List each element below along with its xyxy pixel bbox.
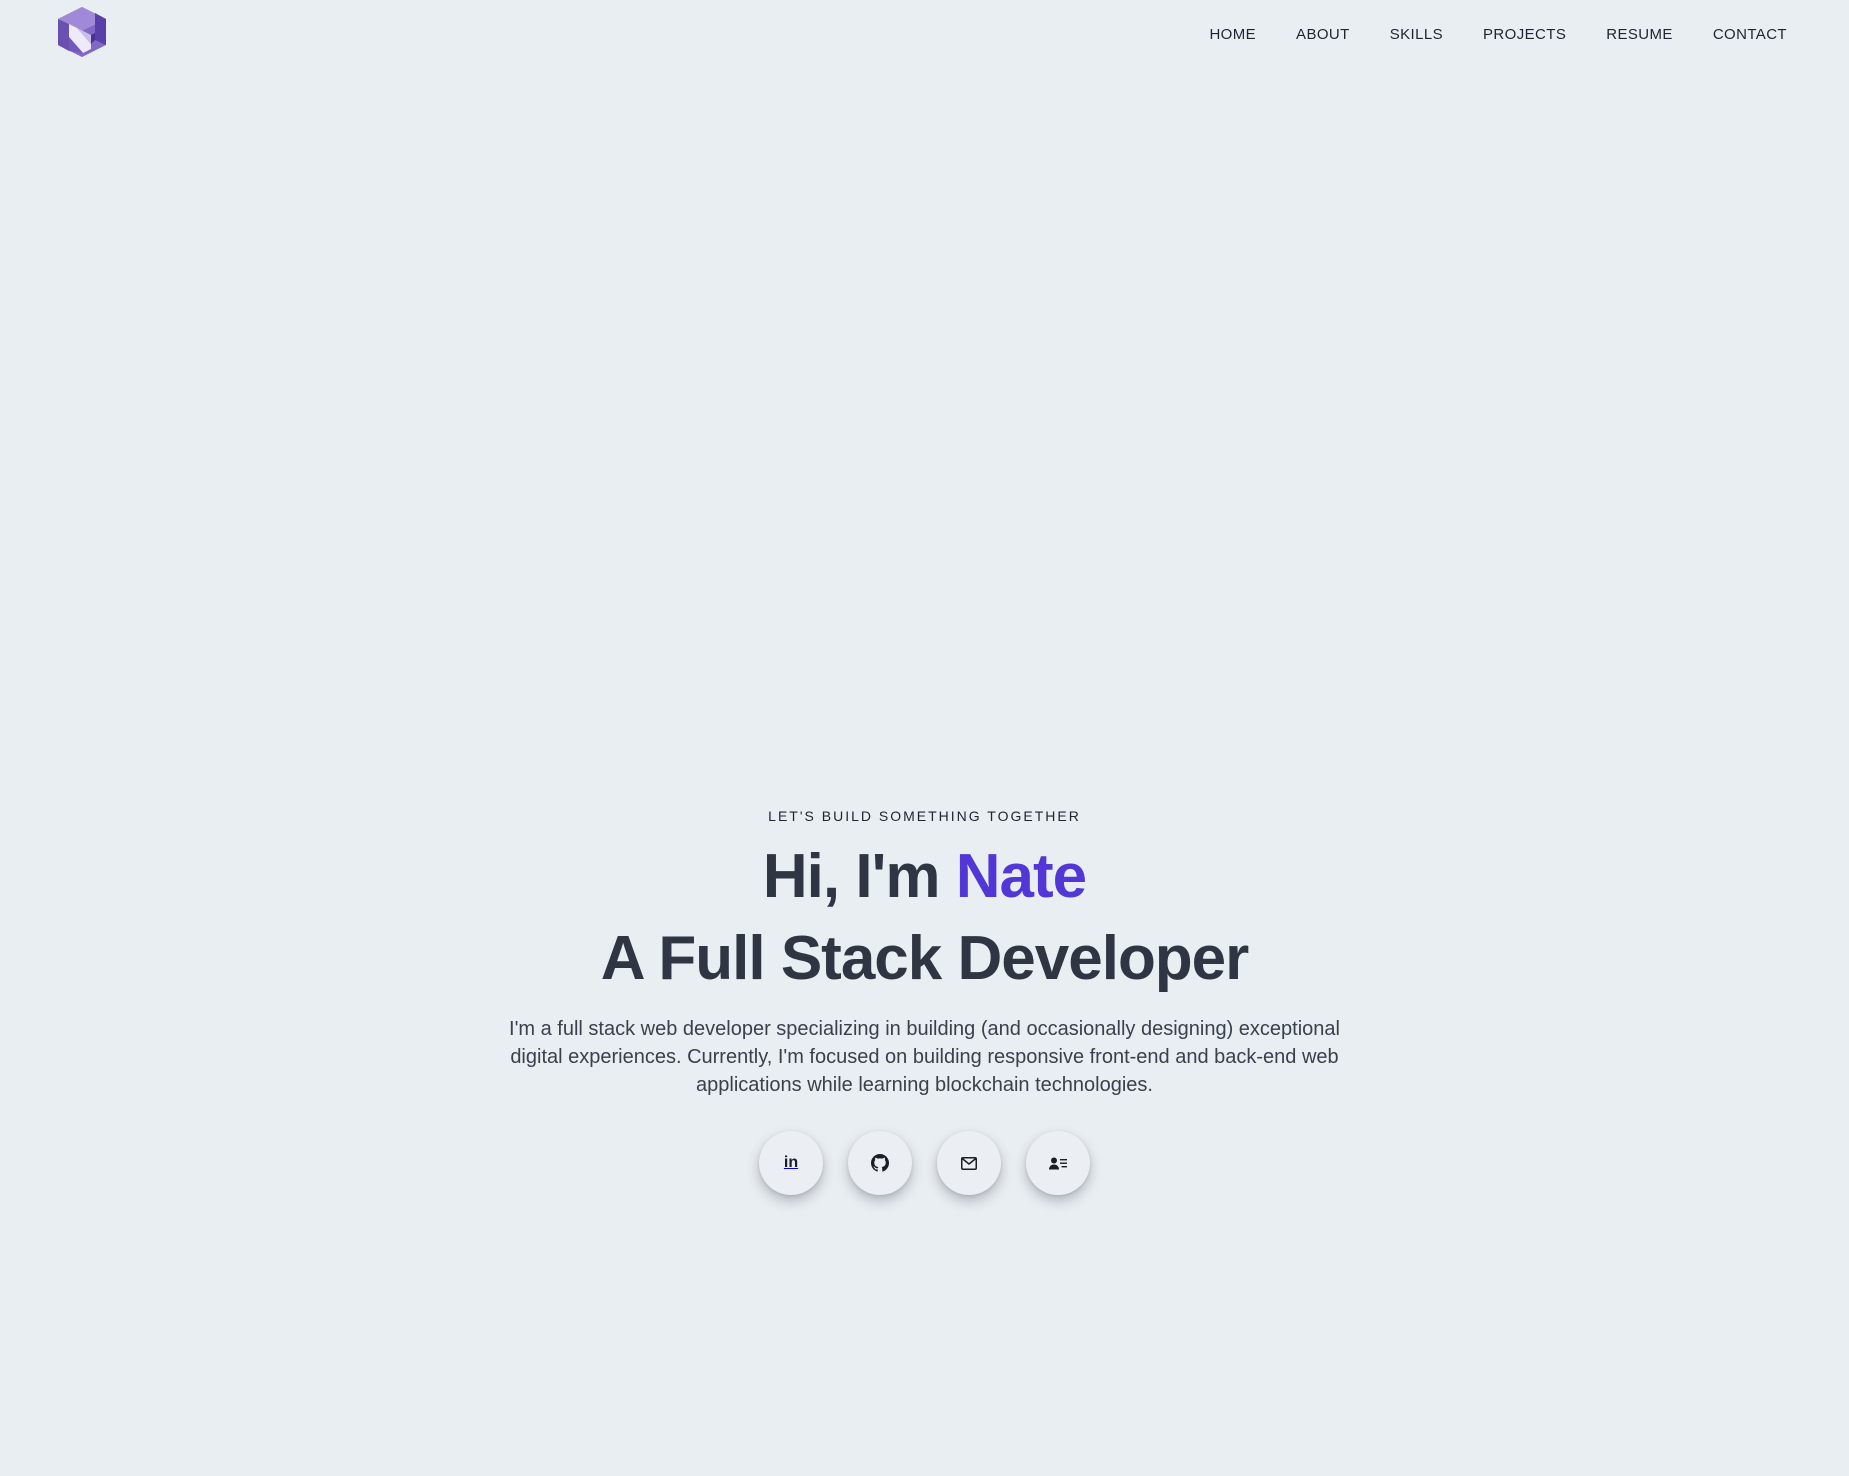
hero-section: LET'S BUILD SOMETHING TOGETHER Hi, I'm N… — [0, 805, 1849, 1195]
navbar: HOME ABOUT SKILLS PROJECTS RESUME CONTAC… — [0, 0, 1849, 70]
linkedin-icon: in — [783, 1154, 799, 1171]
github-icon — [871, 1154, 889, 1172]
greeting-prefix: Hi, I'm — [762, 842, 956, 911]
nav-item-contact: CONTACT — [1713, 26, 1787, 44]
nav-item-projects: PROJECTS — [1483, 26, 1566, 44]
resume-button[interactable] — [1026, 1131, 1090, 1195]
social-links: in — [0, 1131, 1849, 1195]
nav-link-projects[interactable]: PROJECTS — [1483, 26, 1566, 44]
nav-link-resume[interactable]: RESUME — [1606, 26, 1673, 44]
nav-item-about: ABOUT — [1296, 26, 1350, 44]
nav-link-home[interactable]: HOME — [1209, 26, 1256, 44]
nav-item-skills: SKILLS — [1390, 26, 1443, 44]
nav-link-contact[interactable]: CONTACT — [1713, 26, 1787, 44]
contact-card-icon — [1049, 1157, 1067, 1169]
email-button[interactable] — [937, 1131, 1001, 1195]
nav-link-about[interactable]: ABOUT — [1296, 26, 1350, 44]
nav-item-resume: RESUME — [1606, 26, 1673, 44]
hero-greeting: Hi, I'm Nate — [0, 843, 1849, 911]
n-logo-icon — [58, 7, 106, 57]
mail-icon — [961, 1156, 977, 1170]
hero-title: A Full Stack Developer — [600, 924, 1250, 993]
hero-description: I'm a full stack web developer specializ… — [509, 1018, 1340, 1096]
linkedin-button[interactable]: in — [759, 1131, 823, 1195]
github-button[interactable] — [848, 1131, 912, 1195]
hero-tagline: LET'S BUILD SOMETHING TOGETHER — [768, 808, 1081, 824]
nav-link-skills[interactable]: SKILLS — [1390, 26, 1443, 44]
nav-item-home: HOME — [1209, 26, 1256, 44]
hero-name: Nate — [955, 842, 1087, 911]
nav-menu: HOME ABOUT SKILLS PROJECTS RESUME CONTAC… — [1209, 26, 1787, 44]
site-logo[interactable] — [55, 7, 109, 57]
